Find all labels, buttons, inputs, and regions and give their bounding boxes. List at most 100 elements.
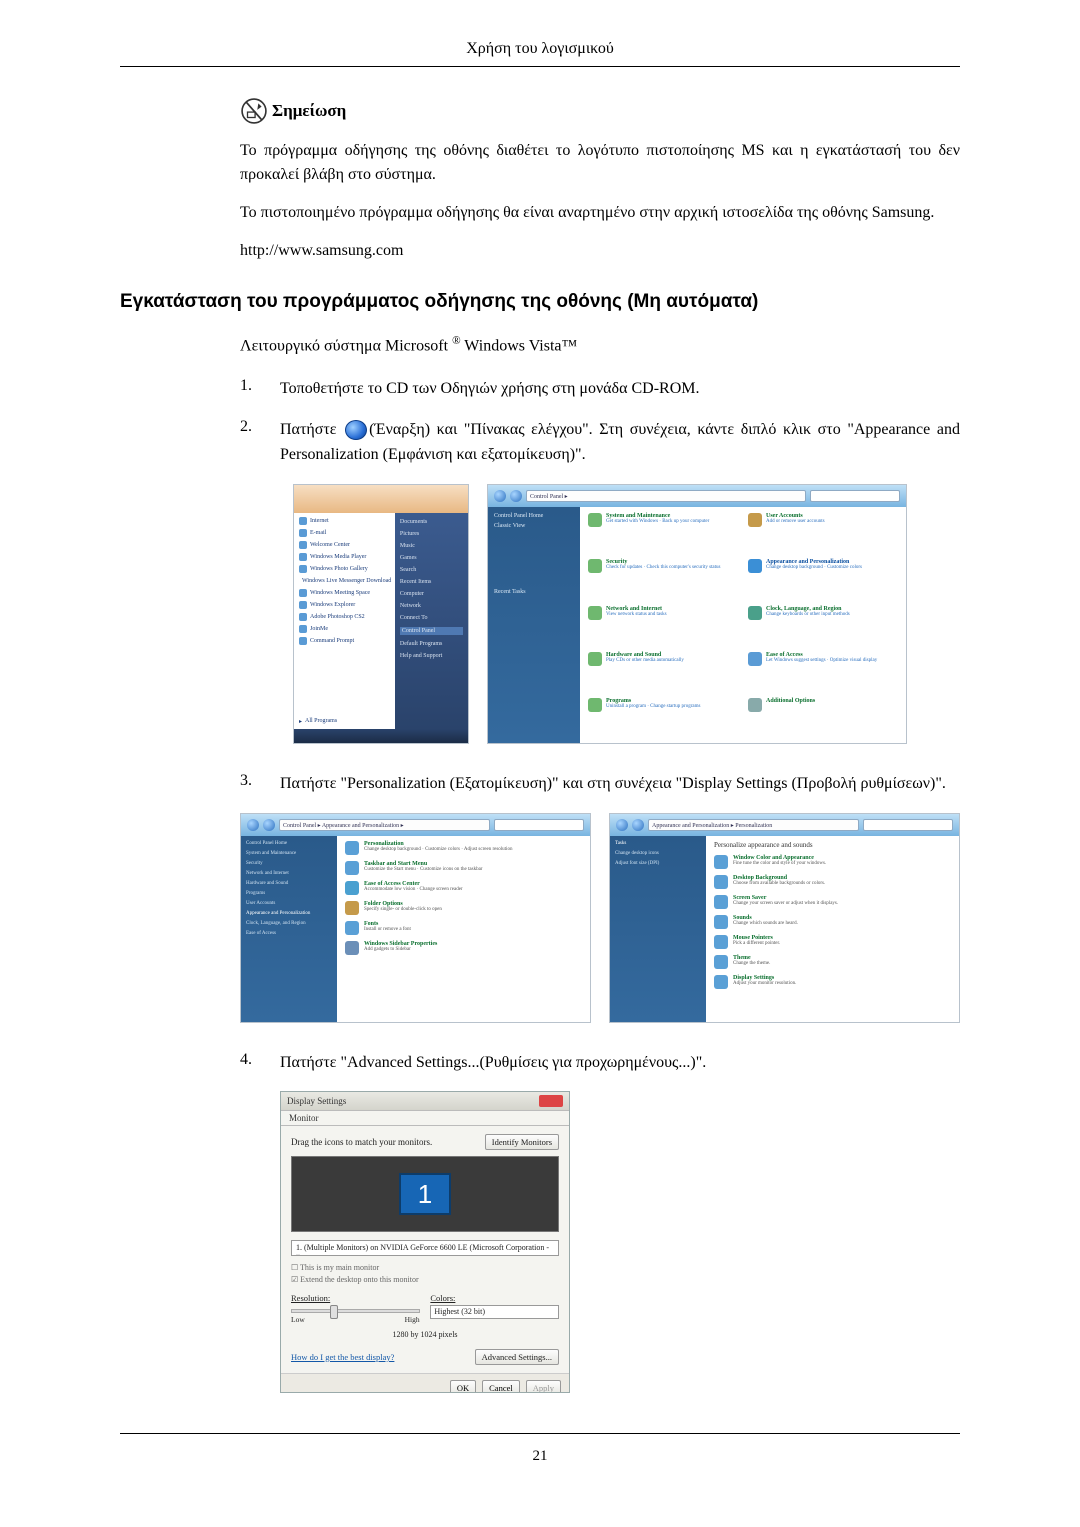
back-icon — [247, 819, 259, 831]
sm-item: Windows Live Messenger Download — [302, 578, 391, 584]
ok-button: OK — [450, 1380, 476, 1394]
os-prefix: Λειτουργικό σύστημα Microsoft — [240, 337, 452, 354]
note-paragraph-2: Το πιστοποιημένο πρόγραμμα οδήγησης θα ε… — [240, 201, 960, 225]
sm-item: Windows Media Player — [310, 554, 366, 560]
appearance-panel-figure: Control Panel ▸ Appearance and Personali… — [240, 813, 591, 1023]
colors-label: Colors: — [430, 1293, 559, 1303]
control-panel-figure: Control Panel ▸ Control Panel Home Class… — [487, 484, 907, 744]
high-label: High — [405, 1315, 420, 1324]
page-header: Χρήση του λογισμικού — [120, 40, 960, 67]
registered-symbol: ® — [452, 335, 461, 347]
pz-side: Adjust font size (DPI) — [615, 861, 701, 866]
cp-sub: Play CDs or other media automatically — [606, 658, 684, 665]
pz-side: Change desktop icons — [615, 851, 701, 856]
pz-side: Tasks — [615, 841, 701, 846]
chk-main: This is my main monitor — [300, 1263, 379, 1272]
cp-cat: Clock, Language, and Region — [766, 606, 850, 612]
ap-side: Ease of Access — [246, 931, 332, 936]
back-icon — [494, 490, 506, 502]
step-number: 3. — [240, 772, 280, 790]
step-text: Τοποθετήστε το CD των Οδηγιών χρήσης στη… — [280, 377, 960, 402]
note-paragraph-1: Το πρόγραμμα οδήγησης της οθόνης διαθέτε… — [240, 139, 960, 187]
sm-r: Computer — [400, 591, 463, 597]
cp-sub: Change desktop background · Customize co… — [766, 565, 862, 572]
cp-sub: Uninstall a program · Change startup pro… — [606, 704, 700, 711]
sm-r: Default Programs — [400, 641, 463, 647]
pz-sub: Change your screen saver or adjust when … — [733, 901, 838, 907]
pz-sub: Choose from available backgrounds or col… — [733, 881, 825, 887]
pz-heading: Personalize appearance and sounds — [714, 841, 951, 849]
apply-button: Apply — [526, 1380, 561, 1394]
note-label: Σημείωση — [272, 101, 346, 121]
address-bar: Appearance and Personalization ▸ Persona… — [648, 819, 859, 831]
resolution-label: Resolution: — [291, 1293, 420, 1303]
os-line: Λειτουργικό σύστημα Microsoft ® Windows … — [240, 335, 960, 355]
step-number: 2. — [240, 418, 280, 436]
monitor-preview: 1 — [291, 1156, 559, 1232]
pz-sub: Change the theme. — [733, 961, 770, 967]
ap-side: Hardware and Sound — [246, 881, 332, 886]
sm-item: Windows Explorer — [310, 602, 355, 608]
step-4: 4. Πατήστε "Advanced Settings...(Ρυθμίσε… — [240, 1051, 960, 1076]
ap-side-active: Appearance and Personalization — [246, 911, 332, 916]
ap-side: Security — [246, 861, 332, 866]
sm-r: Search — [400, 567, 463, 573]
forward-icon — [632, 819, 644, 831]
advanced-button: Advanced Settings... — [475, 1349, 559, 1365]
tab-monitor: Monitor — [281, 1111, 569, 1126]
sm-r-controlpanel: Control Panel — [400, 627, 463, 635]
figure-row-2: Control Panel ▸ Appearance and Personali… — [240, 813, 960, 1023]
help-link: How do I get the best display? — [291, 1352, 394, 1362]
pz-sub: Change which sounds are heard. — [733, 921, 798, 927]
cp-side-home: Control Panel Home — [494, 513, 574, 519]
search-box — [494, 819, 584, 831]
step-number: 1. — [240, 377, 280, 395]
cp-cat: Additional Options — [766, 698, 815, 704]
ap-sub: Change desktop background · Customize co… — [364, 847, 512, 853]
display-settings-figure: Display Settings Monitor Drag the icons … — [280, 1091, 570, 1393]
cp-sub: View network status and tasks — [606, 612, 667, 619]
cp-sub: Check for updates · Check this computer'… — [606, 565, 721, 572]
sm-r: Network — [400, 603, 463, 609]
ap-side: Clock, Language, and Region — [246, 921, 332, 926]
checkboxes: ☐ This is my main monitor ☑ Extend the d… — [291, 1262, 559, 1284]
ap-side: Control Panel Home — [246, 841, 332, 846]
step-2: 2. Πατήστε (Έναρξη) και "Πίνακας ελέγχου… — [240, 418, 960, 468]
pz-sub: Pick a different pointer. — [733, 941, 780, 947]
ap-side: Programs — [246, 891, 332, 896]
os-suffix: Windows Vista™ — [461, 337, 578, 354]
cp-sub: Let Windows suggest settings · Optimize … — [766, 658, 877, 665]
sm-item: Command Prompt — [310, 638, 354, 644]
cp-sub: Change keyboards or other input methods — [766, 612, 850, 619]
pz-sub: Adjust your monitor resolution. — [733, 981, 796, 987]
page-number: 21 — [120, 1433, 960, 1465]
address-bar: Control Panel ▸ Appearance and Personali… — [279, 819, 490, 831]
dialog-title: Display Settings — [287, 1096, 346, 1106]
ap-sub: Add gadgets to Sidebar — [364, 947, 437, 953]
sm-r: Connect To — [400, 615, 463, 621]
ap-sub: Install or remove a font — [364, 927, 411, 933]
chk-extend: Extend the desktop onto this monitor — [300, 1275, 418, 1284]
ap-sub: Specify single- or double-click to open — [364, 907, 442, 913]
step-text: Πατήστε (Έναρξη) και "Πίνακας ελέγχου". … — [280, 418, 960, 468]
address-bar: Control Panel ▸ — [526, 490, 806, 502]
ap-sub: Customize the Start menu · Customize ico… — [364, 867, 482, 873]
sm-item: Welcome Center — [310, 542, 350, 548]
drag-text: Drag the icons to match your monitors. — [291, 1137, 432, 1147]
start-orb-icon — [345, 420, 367, 440]
cp-sub: Add or remove user accounts — [766, 519, 825, 526]
cp-cat: Network and Internet — [606, 606, 667, 612]
pz-row: Window Color and Appearance — [733, 855, 826, 861]
sm-item: Internet — [310, 518, 329, 524]
resolution-slider — [291, 1309, 420, 1313]
step-number: 4. — [240, 1051, 280, 1069]
sm-item: Adobe Photoshop CS2 — [310, 614, 365, 620]
steps-list: 1. Τοποθετήστε το CD των Οδηγιών χρήσης … — [240, 377, 960, 1393]
ap-side: User Accounts — [246, 901, 332, 906]
step2-pre: Πατήστε — [280, 421, 343, 438]
search-box — [863, 819, 953, 831]
step-1: 1. Τοποθετήστε το CD των Οδηγιών χρήσης … — [240, 377, 960, 402]
sm-item: Windows Meeting Space — [310, 590, 370, 596]
personalization-figure: Appearance and Personalization ▸ Persona… — [609, 813, 960, 1023]
note-header: Σημείωση — [240, 97, 960, 125]
